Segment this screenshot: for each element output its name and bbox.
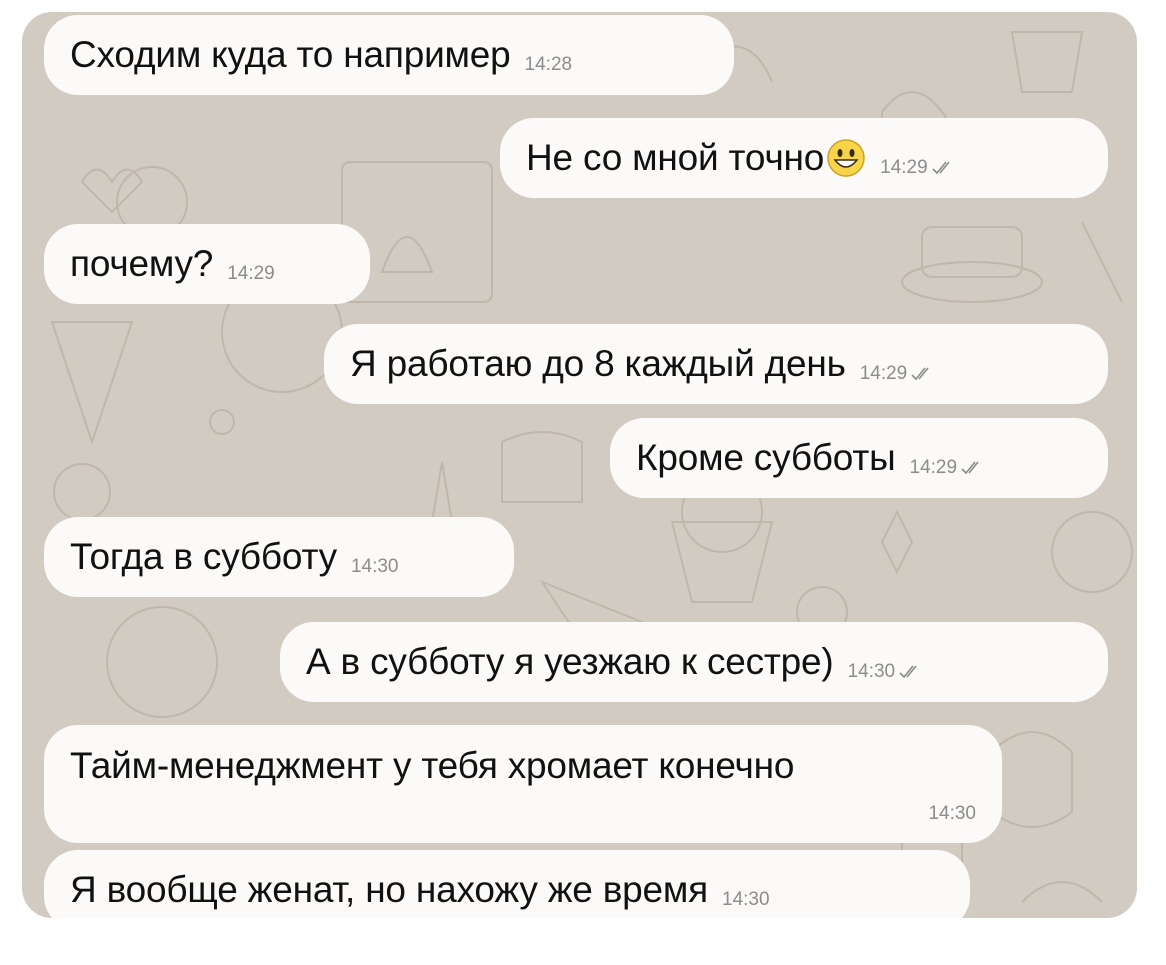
message-text: А в субботу я уезжаю к сестре): [306, 641, 834, 682]
message-text: Тогда в субботу: [70, 536, 337, 577]
message-text: Я работаю до 8 каждый день: [350, 343, 846, 384]
grinning-face-emoji: [827, 139, 865, 177]
double-check-icon: [961, 461, 979, 475]
message-time: 14:30: [848, 661, 922, 683]
message-text: Тайм-менеджмент у тебя хромает конечно: [70, 745, 795, 786]
message-text: Сходим куда то например: [70, 34, 511, 75]
double-check-icon: [911, 367, 929, 381]
message-time: 14:29: [880, 157, 954, 179]
message-bubble-outgoing[interactable]: Я работаю до 8 каждый день 14:29: [324, 324, 1108, 404]
message-bubble-incoming[interactable]: почему? 14:29: [44, 224, 370, 304]
message-time: 14:28: [524, 54, 573, 75]
message-time: 14:30: [350, 556, 399, 577]
message-bubble-outgoing[interactable]: А в субботу я уезжаю к сестре) 14:30: [280, 622, 1108, 702]
double-check-icon: [899, 665, 917, 679]
message-text: Кроме субботы: [636, 437, 896, 478]
message-bubble-incoming[interactable]: Я вообще женат, но нахожу же время 14:30: [44, 850, 970, 918]
message-text: Не со мной точно: [526, 137, 825, 178]
message-bubble-incoming[interactable]: Тогда в субботу 14:30: [44, 517, 514, 597]
message-bubble-incoming[interactable]: Тайм-менеджмент у тебя хромает конечно 1…: [44, 725, 1002, 843]
double-check-icon: [932, 161, 950, 175]
message-text: Я вообще женат, но нахожу же время: [70, 869, 708, 910]
message-text: почему?: [70, 243, 214, 284]
message-time: 14:29: [910, 457, 984, 479]
message-bubble-outgoing[interactable]: Не со мной точно 14:29: [500, 118, 1108, 198]
message-bubble-outgoing[interactable]: Кроме субботы 14:29: [610, 418, 1108, 498]
message-time: 14:29: [860, 363, 934, 385]
message-time: 14:29: [227, 263, 275, 284]
message-bubble-incoming[interactable]: Сходим куда то например 14:28: [44, 15, 734, 95]
message-time: 14:30: [928, 803, 976, 824]
message-time: 14:30: [722, 889, 770, 910]
chat-window: Сходим куда то например 14:28 Не со мной…: [22, 12, 1137, 918]
